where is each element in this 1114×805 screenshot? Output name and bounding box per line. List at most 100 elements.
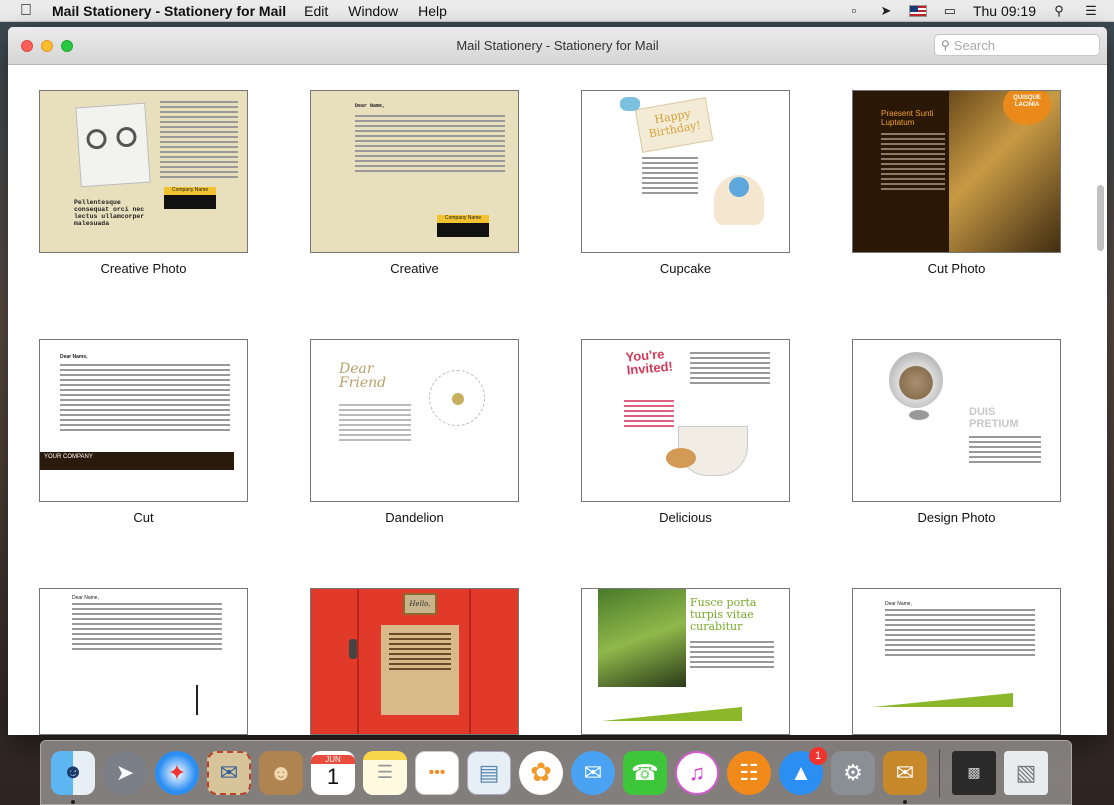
menu-window[interactable]: Window — [348, 3, 398, 19]
template-heading: Praesent Sunti Luptatum — [881, 109, 934, 127]
template-tile[interactable]: Dear Name, YOUR COMPANY Cut — [39, 339, 248, 528]
template-label: Dandelion — [385, 510, 444, 525]
house-photo — [598, 589, 686, 687]
template-heading: Hello, — [403, 593, 437, 615]
template-thumbnail[interactable]: Fusce porta turpis vitae curabitur — [581, 588, 790, 735]
launchpad-icon[interactable]: ➤ — [103, 750, 147, 795]
ball-chair-icon — [889, 352, 943, 408]
finder-icon[interactable]: ☻ — [51, 750, 95, 804]
window-controls — [21, 39, 73, 52]
template-label: Cupcake — [659, 261, 712, 276]
search-field[interactable]: ⚲ — [934, 34, 1100, 56]
trash-icon[interactable]: ▧ — [1004, 750, 1048, 795]
zoom-window-button[interactable] — [61, 39, 73, 52]
template-label: Creative — [390, 261, 439, 276]
ibooks-icon[interactable]: ☷ — [727, 750, 771, 795]
cupcake-icon — [714, 175, 764, 225]
photos-icon[interactable]: ✿ — [519, 750, 563, 795]
body-text-lines — [690, 352, 770, 387]
vertical-scrollbar[interactable] — [1097, 185, 1104, 251]
notes-icon[interactable]: ☰ — [363, 750, 407, 795]
calendar-month: JUN — [311, 755, 355, 764]
template-thumbnail[interactable]: Dear Name, — [39, 588, 248, 735]
ribbon-icon — [620, 97, 640, 111]
itunes-icon[interactable]: ♫ — [675, 750, 719, 795]
template-thumbnail[interactable]: Dear Friend — [310, 339, 519, 502]
apple-menu-icon[interactable]:  — [16, 2, 36, 20]
cookie-icon — [666, 448, 696, 468]
menubar-clock[interactable]: Thu 09:19 — [973, 3, 1036, 19]
spotlight-search-icon[interactable]: ⚲ — [1050, 3, 1068, 18]
template-thumbnail[interactable]: Company Name Pellentesque consequat orci… — [39, 90, 248, 253]
body-text-lines — [881, 133, 945, 193]
menu-help[interactable]: Help — [418, 3, 447, 19]
body-text-lines — [72, 603, 222, 653]
template-thumbnail[interactable]: Dear Name, YOUR COMPANY — [39, 339, 248, 502]
system-preferences-icon[interactable]: ⚙ — [831, 750, 875, 795]
template-thumbnail[interactable]: Happy Birthday! — [581, 90, 790, 253]
dock: ☻ ➤ ✦ ✉ ☻ JUN 1 ☰ ••• ▤ ✿ ✉ ☎ ♫ ☷ ▲ 1 ⚙ ✉… — [40, 740, 1072, 805]
calendar-day: 1 — [326, 764, 340, 789]
app-store-badge: 1 — [809, 746, 827, 765]
app-store-icon[interactable]: ▲ 1 — [779, 746, 827, 795]
facetime-icon[interactable]: ☎ — [623, 750, 667, 795]
preview-icon[interactable]: ▤ — [467, 750, 511, 795]
calendar-icon[interactable]: JUN 1 — [311, 750, 355, 795]
template-heading: You're Invited! — [624, 346, 674, 378]
reminders-icon[interactable]: ••• — [415, 750, 459, 795]
template-label: Delicious — [659, 510, 712, 525]
template-tile[interactable]: Dear Name, Company Name Creative — [310, 90, 519, 279]
menu-bar:  Mail Stationery - Stationery for Mail … — [0, 0, 1114, 22]
template-tile[interactable]: Fusce porta turpis vitae curabitur — [581, 588, 790, 735]
dock-separator — [939, 748, 940, 797]
template-tile[interactable]: Hello, — [310, 588, 519, 735]
template-tile[interactable]: Dear Name, — [852, 588, 1061, 735]
app-menu[interactable]: Mail Stationery - Stationery for Mail — [52, 3, 286, 19]
mail-icon[interactable]: ✉ — [207, 750, 251, 795]
presentation-icon[interactable]: ▫ — [845, 3, 863, 18]
cassette-photo-icon — [75, 102, 151, 188]
messages-icon[interactable]: ✉ — [571, 750, 615, 795]
template-tile[interactable]: QUISQUE LACINIA Praesent Sunti Luptatum … — [852, 90, 1061, 279]
contacts-icon[interactable]: ☻ — [259, 750, 303, 795]
close-window-button[interactable] — [21, 39, 33, 52]
template-heading: Dear Name, — [355, 103, 386, 109]
template-label: Creative Photo — [100, 261, 187, 276]
template-thumbnail[interactable]: You're Invited! — [581, 339, 790, 502]
template-tile[interactable]: You're Invited! Delicious — [581, 339, 790, 528]
template-heading: Dear Name, — [885, 601, 912, 607]
chair-base-icon — [909, 410, 929, 420]
mail-stationery-icon[interactable]: ✉ — [883, 750, 927, 804]
template-thumbnail[interactable]: DUIS PRETIUM — [852, 339, 1061, 502]
input-source-flag-icon[interactable] — [908, 4, 927, 17]
template-heading: Fusce porta turpis vitae curabitur — [690, 596, 757, 633]
title-bar[interactable]: Mail Stationery - Stationery for Mail ⚲ — [8, 27, 1107, 65]
menu-edit[interactable]: Edit — [304, 3, 328, 19]
template-thumbnail[interactable]: Dear Name, Company Name — [310, 90, 519, 253]
template-tile[interactable]: DUIS PRETIUM Design Photo — [852, 339, 1061, 528]
body-text-lines — [339, 404, 411, 444]
deer-logo-icon — [196, 685, 210, 715]
minimized-window-icon[interactable]: ▩ — [952, 750, 996, 795]
template-heading: Dear Name, — [60, 354, 88, 360]
location-icon[interactable]: ➤ — [877, 3, 895, 18]
body-text-lines — [969, 436, 1041, 466]
template-thumbnail[interactable]: QUISQUE LACINIA Praesent Sunti Luptatum — [852, 90, 1061, 253]
template-tile[interactable]: Dear Name, — [39, 588, 248, 735]
safari-icon[interactable]: ✦ — [155, 750, 199, 795]
search-input[interactable] — [953, 37, 1084, 53]
display-mirroring-icon[interactable]: ▭ — [941, 3, 959, 18]
company-banner: YOUR COMPANY — [40, 452, 234, 470]
note-card — [381, 625, 459, 715]
notification-center-icon[interactable]: ☰ — [1082, 3, 1100, 18]
template-thumbnail[interactable]: Dear Name, — [852, 588, 1061, 735]
template-grid: Company Name Pellentesque consequat orci… — [8, 65, 1107, 735]
birthday-tag: Happy Birthday! — [634, 97, 714, 153]
door-handle-icon — [349, 639, 357, 659]
template-thumbnail[interactable]: Hello, — [310, 588, 519, 735]
template-tile[interactable]: Happy Birthday! Cupcake — [581, 90, 790, 279]
template-label: Cut Photo — [927, 261, 986, 276]
template-tile[interactable]: Dear Friend Dandelion — [310, 339, 519, 528]
minimize-window-button[interactable] — [41, 39, 53, 52]
template-tile[interactable]: Company Name Pellentesque consequat orci… — [39, 90, 248, 279]
